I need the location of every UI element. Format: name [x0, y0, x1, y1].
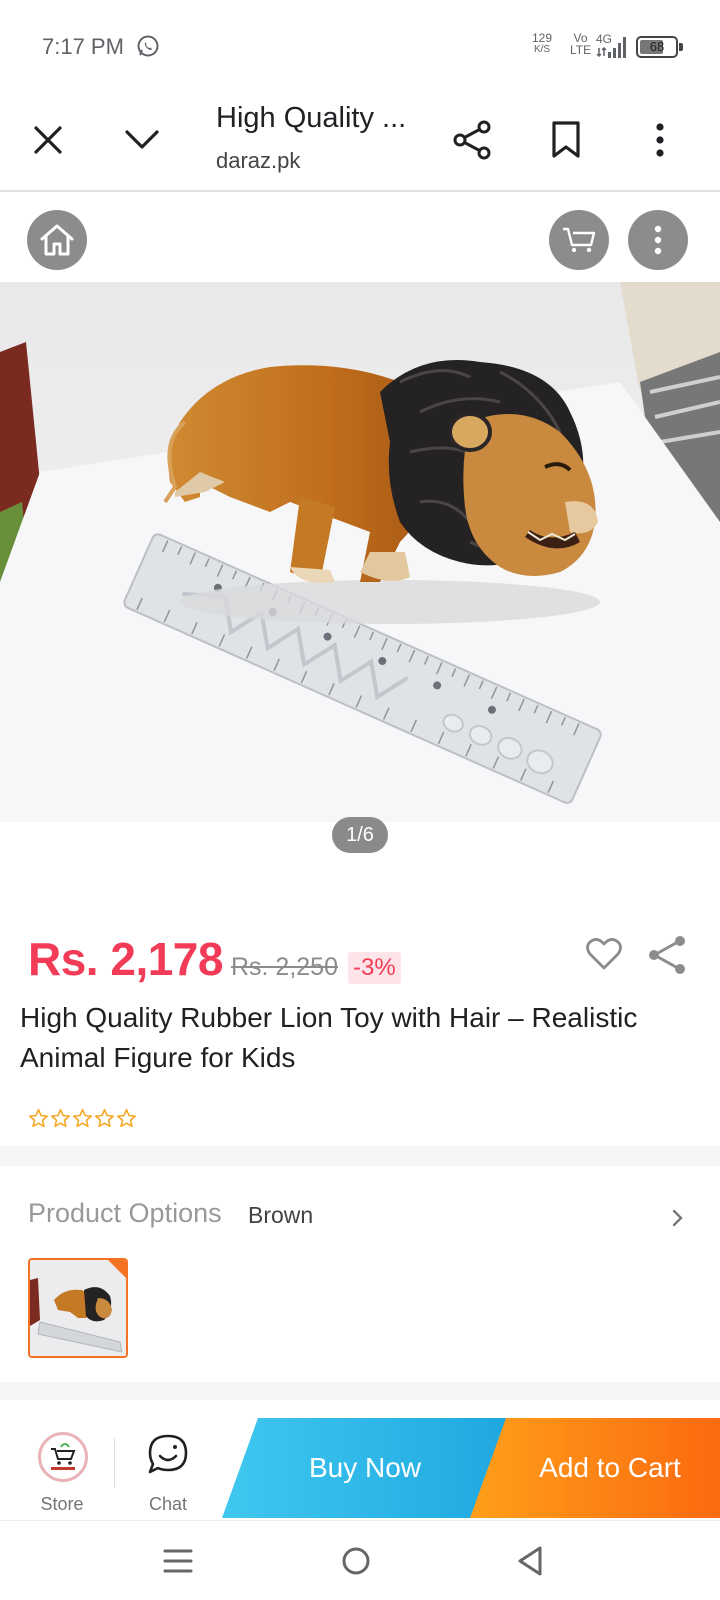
buy-now-button[interactable]: Buy Now [222, 1418, 508, 1518]
more-vert-icon [656, 123, 664, 157]
share-button[interactable] [444, 112, 500, 168]
circle-home-icon [342, 1547, 370, 1575]
battery-tip [679, 43, 683, 51]
chat-button[interactable]: Chat [126, 1418, 210, 1520]
menu-lines-icon [163, 1549, 193, 1573]
chevron-down-icon [125, 130, 159, 149]
star-icon [94, 1108, 115, 1128]
back-button[interactable] [508, 1539, 552, 1583]
network-speed-value: 129 [532, 31, 553, 45]
discount-badge: -3% [348, 952, 401, 984]
bookmark-icon [552, 121, 580, 158]
status-bar: 7:17 PM 129 K/S Vo LTE 4G 68 [0, 0, 720, 90]
network-speed: 129 K/S [532, 32, 552, 56]
lion-toy-photo [0, 282, 720, 822]
home-button[interactable] [27, 210, 87, 270]
back-triangle-icon [518, 1546, 542, 1576]
recents-button[interactable] [156, 1539, 200, 1583]
browser-toolbar: High Quality ... daraz.pk [0, 90, 720, 192]
whatsapp-icon [137, 35, 159, 57]
current-price: Rs. 2,178 [28, 933, 223, 985]
original-price: Rs. 2,250 [230, 953, 338, 981]
minimize-button[interactable] [114, 112, 170, 168]
close-button[interactable] [20, 112, 76, 168]
selected-option: Brown [248, 1202, 314, 1228]
bottom-action-bar: Store Chat Buy Now Add to Cart [0, 1418, 720, 1520]
bookmark-button[interactable] [538, 112, 594, 168]
more-vert-icon [654, 225, 662, 255]
volte-indicator: Vo LTE [570, 32, 591, 56]
store-label: Store [40, 1494, 84, 1514]
bar-separator [114, 1438, 115, 1488]
star-icon [116, 1108, 137, 1128]
cart-button[interactable] [549, 210, 609, 270]
battery-icon: 68 [636, 36, 678, 58]
star-icon [50, 1108, 71, 1128]
page-menu-button[interactable] [628, 210, 688, 270]
home-icon [40, 224, 74, 256]
star-icon [72, 1108, 93, 1128]
product-title: High Quality Rubber Lion Toy with Hair –… [20, 1002, 638, 1073]
status-time: 7:17 PM [42, 34, 124, 59]
system-navigation-bar [0, 1520, 720, 1600]
store-logo [38, 1432, 88, 1482]
chevron-right-icon [672, 1209, 683, 1227]
page-title: High Quality ... [216, 102, 407, 134]
chat-label: Chat [148, 1494, 188, 1514]
share-icon [453, 120, 491, 160]
options-label: Product Options [28, 1198, 222, 1228]
home-nav-button[interactable] [334, 1539, 378, 1583]
close-icon [34, 126, 62, 154]
volte-bottom: LTE [570, 43, 592, 57]
product-share-icon[interactable] [646, 934, 688, 976]
selected-corner-badge [108, 1260, 126, 1278]
section-divider [0, 1146, 720, 1166]
battery-percent: 68 [649, 39, 665, 54]
price-row: Rs. 2,178 Rs. 2,250 -3% [28, 932, 401, 988]
signal-icon: 4G [596, 32, 626, 58]
network-type: 4G [596, 32, 612, 46]
product-image[interactable] [0, 282, 720, 822]
overflow-menu-button[interactable] [632, 112, 688, 168]
page-url: daraz.pk [216, 148, 301, 173]
chat-icon [148, 1434, 188, 1474]
option-thumbnail-brown[interactable] [28, 1258, 128, 1358]
add-to-cart-button[interactable]: Add to Cart [470, 1418, 720, 1518]
image-counter: 1/6 [332, 817, 388, 853]
section-divider [0, 1382, 720, 1400]
rating-stars [28, 1108, 137, 1129]
store-logo-icon [43, 1437, 83, 1477]
cart-icon [563, 227, 596, 253]
wishlist-heart-icon[interactable] [584, 934, 624, 974]
star-icon [28, 1108, 49, 1128]
store-button[interactable]: Store [20, 1418, 104, 1520]
network-speed-unit: K/S [533, 44, 551, 55]
